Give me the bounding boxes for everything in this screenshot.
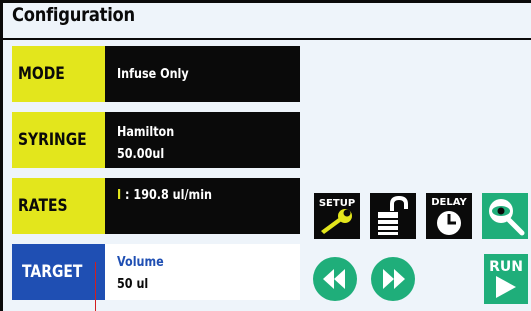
syringe-label: SYRINGE bbox=[18, 130, 87, 150]
mode-row[interactable]: MODE Infuse Only bbox=[12, 46, 300, 102]
wrench-icon: SETUP bbox=[314, 193, 360, 239]
syringe-label-box[interactable]: SYRINGE bbox=[12, 112, 105, 168]
screen-border-top bbox=[0, 0, 531, 3]
setup-button[interactable]: SETUP bbox=[314, 193, 360, 239]
syringe-volume: 50.00ul bbox=[117, 147, 165, 162]
lock-button[interactable] bbox=[370, 193, 416, 239]
clock-icon: DELAY bbox=[426, 193, 472, 239]
rates-label: RATES bbox=[18, 196, 68, 216]
mode-label-box[interactable]: MODE bbox=[12, 46, 105, 102]
eye-magnifier-icon bbox=[482, 193, 528, 239]
delay-button[interactable]: DELAY bbox=[426, 193, 472, 239]
title-divider bbox=[3, 38, 531, 40]
syringe-row[interactable]: SYRINGE Hamilton 50.00ul bbox=[12, 112, 300, 168]
target-amount: 50 ul bbox=[117, 277, 149, 292]
rewind-icon bbox=[313, 257, 357, 301]
mode-value-box[interactable]: Infuse Only bbox=[105, 46, 300, 102]
target-label-box[interactable]: TARGET bbox=[12, 244, 105, 300]
play-icon: RUN bbox=[484, 254, 528, 304]
mode-label: MODE bbox=[18, 64, 65, 84]
screen-border-left bbox=[0, 0, 3, 311]
delay-label: DELAY bbox=[431, 197, 467, 208]
syringe-value-box[interactable]: Hamilton 50.00ul bbox=[105, 112, 300, 168]
configuration-screen: Configuration MODE Infuse Only SYRINGE H… bbox=[0, 0, 531, 311]
rates-value: : 190.8 ul/min bbox=[121, 188, 213, 203]
setup-label: SETUP bbox=[319, 198, 355, 209]
target-row[interactable]: TARGET Volume 50 ul bbox=[12, 244, 300, 300]
fast-forward-button[interactable] bbox=[370, 256, 416, 302]
target-label: TARGET bbox=[21, 262, 83, 282]
page-title: Configuration bbox=[12, 4, 135, 26]
rates-row[interactable]: RATES I : 190.8 ul/min bbox=[12, 178, 300, 234]
target-type: Volume bbox=[117, 255, 164, 270]
syringe-manufacturer: Hamilton bbox=[117, 125, 175, 140]
rates-line: I : 190.8 ul/min bbox=[117, 188, 274, 203]
rates-value-box[interactable]: I : 190.8 ul/min bbox=[105, 178, 300, 234]
fast-forward-icon bbox=[371, 257, 415, 301]
unlocked-padlock-icon bbox=[370, 193, 416, 239]
touch-cursor-line bbox=[95, 262, 96, 311]
rewind-button[interactable] bbox=[312, 256, 358, 302]
mode-value: Infuse Only bbox=[117, 66, 189, 82]
run-button[interactable]: RUN bbox=[484, 254, 528, 304]
rates-label-box[interactable]: RATES bbox=[12, 178, 105, 234]
target-value-box[interactable]: Volume 50 ul bbox=[105, 244, 300, 300]
run-label: RUN bbox=[489, 259, 523, 275]
view-button[interactable] bbox=[482, 193, 528, 239]
